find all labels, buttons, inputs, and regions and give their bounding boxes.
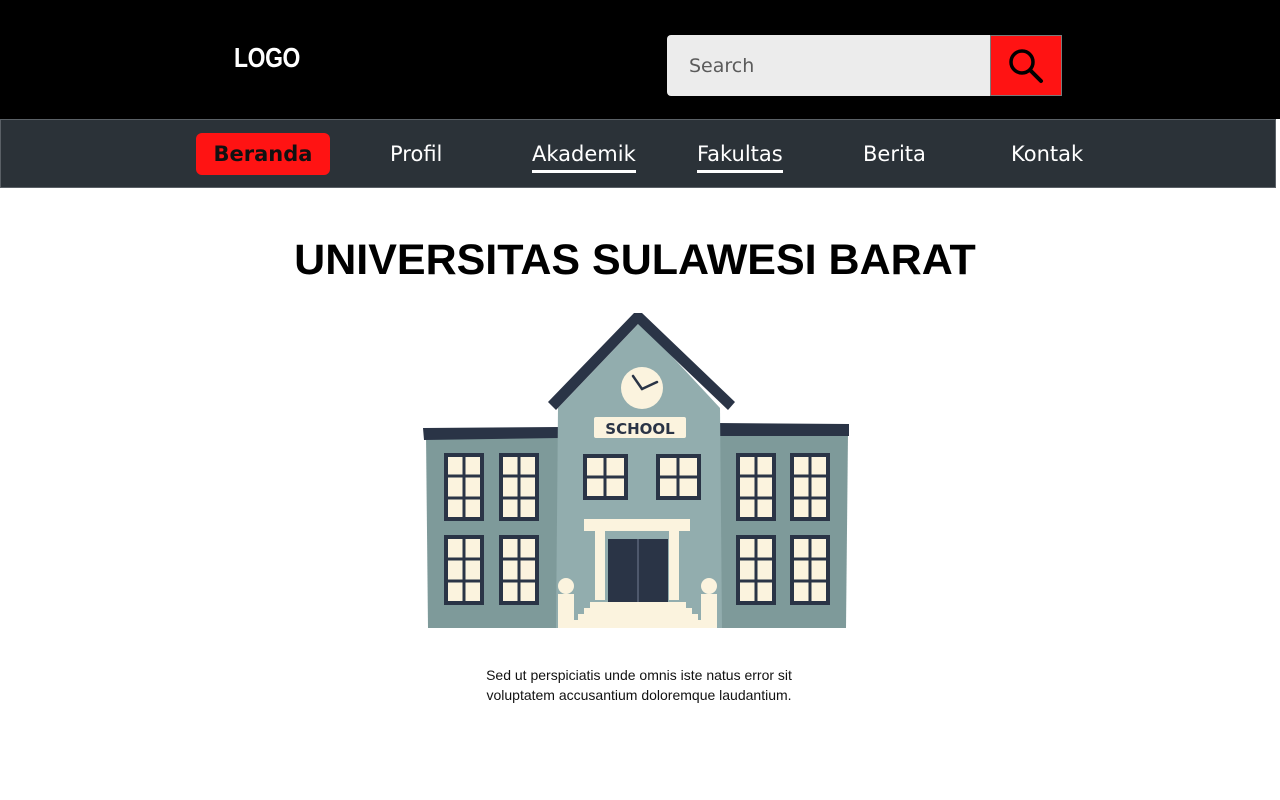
nav-item-fakultas[interactable]: Fakultas (697, 120, 783, 189)
logo[interactable]: LOGO (234, 42, 300, 74)
nav-item-akademik[interactable]: Akademik (532, 120, 636, 189)
nav-item-berita[interactable]: Berita (863, 120, 926, 189)
page-title: UNIVERSITAS SULAWESI BARAT (294, 236, 976, 284)
nav-item-beranda[interactable]: Beranda (196, 133, 330, 175)
top-header: LOGO (0, 0, 1280, 119)
main-navigation: Beranda Profil Akademik Fakultas Berita … (0, 119, 1276, 188)
nav-item-kontak[interactable]: Kontak (1011, 120, 1083, 189)
school-building-illustration: SCHOOL (423, 313, 849, 628)
search-input[interactable] (667, 35, 979, 96)
search-icon (1009, 48, 1043, 83)
hero-caption: Sed ut perspiciatis unde omnis iste natu… (486, 667, 792, 703)
search-box (667, 35, 991, 96)
search-button[interactable] (990, 35, 1062, 96)
svg-text:SCHOOL: SCHOOL (605, 420, 675, 438)
nav-item-profil[interactable]: Profil (390, 120, 442, 189)
